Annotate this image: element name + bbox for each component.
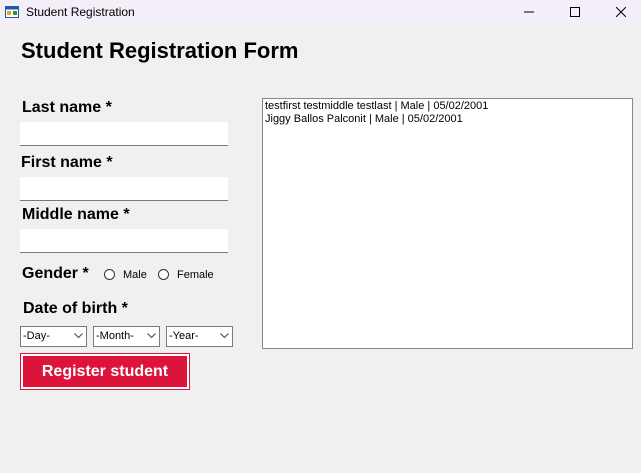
form-heading: Student Registration Form bbox=[21, 38, 299, 63]
register-student-button[interactable]: Register student bbox=[20, 353, 190, 390]
gender-female-radio[interactable] bbox=[158, 269, 169, 280]
last-name-input[interactable] bbox=[20, 122, 228, 146]
gender-male-radio[interactable] bbox=[104, 269, 115, 280]
window-title: Student Registration bbox=[26, 5, 135, 19]
list-item[interactable]: testfirst testmiddle testlast | Male | 0… bbox=[265, 100, 630, 113]
last-name-label: Last name * bbox=[22, 99, 112, 116]
list-item[interactable]: Jiggy Ballos Palconit | Male | 05/02/200… bbox=[265, 113, 630, 126]
first-name-label: First name * bbox=[21, 154, 113, 171]
middle-name-input[interactable] bbox=[20, 229, 228, 253]
year-select[interactable]: -Year- bbox=[166, 326, 233, 347]
close-icon bbox=[616, 7, 626, 17]
maximize-icon bbox=[570, 7, 580, 17]
chevron-down-icon bbox=[74, 333, 83, 339]
app-icon bbox=[5, 5, 19, 19]
month-select[interactable]: -Month- bbox=[93, 326, 160, 347]
dob-label: Date of birth * bbox=[23, 300, 128, 317]
maximize-button[interactable] bbox=[552, 0, 598, 24]
first-name-input[interactable] bbox=[20, 177, 228, 201]
gender-label: Gender * bbox=[22, 265, 89, 282]
close-button[interactable] bbox=[598, 0, 641, 24]
minimize-button[interactable] bbox=[506, 0, 552, 24]
gender-male-label[interactable]: Male bbox=[123, 269, 147, 281]
year-select-value: -Year- bbox=[169, 330, 199, 342]
day-select[interactable]: -Day- bbox=[20, 326, 87, 347]
middle-name-label: Middle name * bbox=[22, 206, 130, 223]
day-select-value: -Day- bbox=[23, 330, 50, 342]
chevron-down-icon bbox=[147, 333, 156, 339]
chevron-down-icon bbox=[220, 333, 229, 339]
student-listbox[interactable]: testfirst testmiddle testlast | Male | 0… bbox=[262, 98, 633, 349]
gender-female-label[interactable]: Female bbox=[177, 269, 214, 281]
month-select-value: -Month- bbox=[96, 330, 134, 342]
title-bar[interactable]: Student Registration bbox=[0, 0, 641, 24]
minimize-icon bbox=[524, 11, 534, 13]
